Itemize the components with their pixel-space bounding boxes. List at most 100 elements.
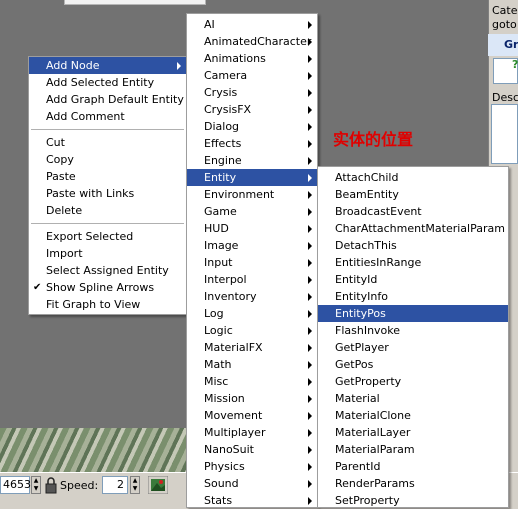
menu-item-effects[interactable]: Effects bbox=[187, 135, 317, 152]
menu-item-materialparam[interactable]: MaterialParam bbox=[318, 441, 508, 458]
menu-item-add-graph-default-entity[interactable]: Add Graph Default Entity bbox=[29, 91, 186, 108]
menu-item-label: Add Graph Default Entity bbox=[46, 93, 184, 106]
menu-item-show-spline-arrows[interactable]: ✔ Show Spline Arrows bbox=[29, 279, 186, 296]
frame-counter-field[interactable]: 4653 bbox=[0, 476, 31, 494]
menu-item-ai[interactable]: AI bbox=[187, 16, 317, 33]
menu-item-physics[interactable]: Physics bbox=[187, 458, 317, 475]
menu-item-animations[interactable]: Animations bbox=[187, 50, 317, 67]
menu-item-materialfx[interactable]: MaterialFX bbox=[187, 339, 317, 356]
menu-item-entity[interactable]: Entity bbox=[187, 169, 317, 186]
menu-item-interpol[interactable]: Interpol bbox=[187, 271, 317, 288]
menu-item-label: Fit Graph to View bbox=[46, 298, 141, 311]
menu-item-image[interactable]: Image bbox=[187, 237, 317, 254]
menu-item-multiplayer[interactable]: Multiplayer bbox=[187, 424, 317, 441]
menu-item-crysis[interactable]: Crysis bbox=[187, 84, 317, 101]
menu-item-label: Effects bbox=[204, 137, 242, 150]
menu-item-setproperty[interactable]: SetProperty bbox=[318, 492, 508, 509]
help-icon[interactable]: ? bbox=[512, 58, 518, 71]
menu-item-entityinfo[interactable]: EntityInfo bbox=[318, 288, 508, 305]
menu-item-input[interactable]: Input bbox=[187, 254, 317, 271]
menu-item-paste-with-links[interactable]: Paste with Links bbox=[29, 185, 186, 202]
menu-item-mission[interactable]: Mission bbox=[187, 390, 317, 407]
submenu-arrow-icon bbox=[308, 497, 312, 505]
menu-item-copy[interactable]: Copy bbox=[29, 151, 186, 168]
menu-item-label: GetPos bbox=[335, 358, 374, 371]
menu-item-camera[interactable]: Camera bbox=[187, 67, 317, 84]
menu-item-export-selected[interactable]: Export Selected bbox=[29, 228, 186, 245]
menu-item-log[interactable]: Log bbox=[187, 305, 317, 322]
menu-item-sound[interactable]: Sound bbox=[187, 475, 317, 492]
menu-item-engine[interactable]: Engine bbox=[187, 152, 317, 169]
menu-item-beamentity[interactable]: BeamEntity bbox=[318, 186, 508, 203]
menu-item-label: Input bbox=[204, 256, 233, 269]
menu-item-charattachmentmaterialparam[interactable]: CharAttachmentMaterialParam bbox=[318, 220, 508, 237]
menu-item-label: Paste bbox=[46, 170, 76, 183]
menu-item-label: Camera bbox=[204, 69, 248, 82]
menu-item-paste[interactable]: Paste bbox=[29, 168, 186, 185]
menu-item-animatedcharacter[interactable]: AnimatedCharacter bbox=[187, 33, 317, 50]
menu-item-add-selected-entity[interactable]: Add Selected Entity bbox=[29, 74, 186, 91]
submenu-arrow-icon bbox=[308, 72, 312, 80]
menu-item-hud[interactable]: HUD bbox=[187, 220, 317, 237]
menu-item-getpos[interactable]: GetPos bbox=[318, 356, 508, 373]
menu-item-label: EntityInfo bbox=[335, 290, 388, 303]
menu-item-entityid[interactable]: EntityId bbox=[318, 271, 508, 288]
menu-item-label: MaterialParam bbox=[335, 443, 415, 456]
menu-item-material[interactable]: Material bbox=[318, 390, 508, 407]
counter-spinner[interactable]: ▲ ▼ bbox=[31, 476, 41, 494]
menu-item-label: Sound bbox=[204, 477, 239, 490]
menu-item-materialclone[interactable]: MaterialClone bbox=[318, 407, 508, 424]
menu-item-label: EntityId bbox=[335, 273, 378, 286]
menu-item-detachthis[interactable]: DetachThis bbox=[318, 237, 508, 254]
menu-item-flashinvoke[interactable]: FlashInvoke bbox=[318, 322, 508, 339]
menu-item-select-assigned-entity[interactable]: Select Assigned Entity bbox=[29, 262, 186, 279]
menu-item-getplayer[interactable]: GetPlayer bbox=[318, 339, 508, 356]
menu-item-movement[interactable]: Movement bbox=[187, 407, 317, 424]
menu-item-add-node[interactable]: Add Node bbox=[29, 57, 186, 74]
lock-icon[interactable] bbox=[44, 476, 58, 494]
menu-item-label: Game bbox=[204, 205, 237, 218]
menu-item-game[interactable]: Game bbox=[187, 203, 317, 220]
menu-item-renderparams[interactable]: RenderParams bbox=[318, 475, 508, 492]
submenu-arrow-icon bbox=[308, 21, 312, 29]
menu-item-label: MaterialLayer bbox=[335, 426, 411, 439]
menu-item-attachchild[interactable]: AttachChild bbox=[318, 169, 508, 186]
menu-item-inventory[interactable]: Inventory bbox=[187, 288, 317, 305]
menu-item-label: SetProperty bbox=[335, 494, 400, 507]
menu-item-math[interactable]: Math bbox=[187, 356, 317, 373]
submenu-arrow-icon bbox=[308, 208, 312, 216]
speed-field[interactable]: 2 bbox=[102, 476, 128, 494]
menu-item-entitiesinrange[interactable]: EntitiesInRange bbox=[318, 254, 508, 271]
submenu-arrow-icon bbox=[308, 55, 312, 63]
menu-item-add-comment[interactable]: Add Comment bbox=[29, 108, 186, 125]
menu-item-label: Multiplayer bbox=[204, 426, 266, 439]
menu-item-label: Math bbox=[204, 358, 232, 371]
menu-item-label: MaterialFX bbox=[204, 341, 263, 354]
menu-item-stats[interactable]: Stats bbox=[187, 492, 317, 509]
menu-item-broadcastevent[interactable]: BroadcastEvent bbox=[318, 203, 508, 220]
menu-item-parentid[interactable]: ParentId bbox=[318, 458, 508, 475]
menu-item-nanosuit[interactable]: NanoSuit bbox=[187, 441, 317, 458]
menu-item-getproperty[interactable]: GetProperty bbox=[318, 373, 508, 390]
menu-item-delete[interactable]: Delete bbox=[29, 202, 186, 219]
speed-spinner[interactable]: ▲ ▼ bbox=[130, 476, 140, 494]
tab-graph[interactable]: Gr bbox=[504, 38, 518, 51]
menu-item-dialog[interactable]: Dialog bbox=[187, 118, 317, 135]
menu-item-entitypos[interactable]: EntityPos bbox=[318, 305, 508, 322]
submenu-arrow-icon bbox=[308, 242, 312, 250]
menu-item-label: Select Assigned Entity bbox=[46, 264, 169, 277]
menu-item-label: CrysisFX bbox=[204, 103, 252, 116]
right-panel-goto-label: goto bbox=[492, 18, 517, 31]
description-field[interactable] bbox=[491, 104, 518, 164]
canvas-node-fragment bbox=[64, 0, 206, 5]
menu-item-environment[interactable]: Environment bbox=[187, 186, 317, 203]
menu-item-logic[interactable]: Logic bbox=[187, 322, 317, 339]
menu-item-fit-graph-to-view[interactable]: Fit Graph to View bbox=[29, 296, 186, 313]
menu-item-crysisfx[interactable]: CrysisFX bbox=[187, 101, 317, 118]
menu-item-label: Entity bbox=[204, 171, 237, 184]
menu-item-misc[interactable]: Misc bbox=[187, 373, 317, 390]
menu-item-materiallayer[interactable]: MaterialLayer bbox=[318, 424, 508, 441]
terrain-image-icon[interactable] bbox=[148, 476, 168, 494]
menu-item-import[interactable]: Import bbox=[29, 245, 186, 262]
menu-item-cut[interactable]: Cut bbox=[29, 134, 186, 151]
